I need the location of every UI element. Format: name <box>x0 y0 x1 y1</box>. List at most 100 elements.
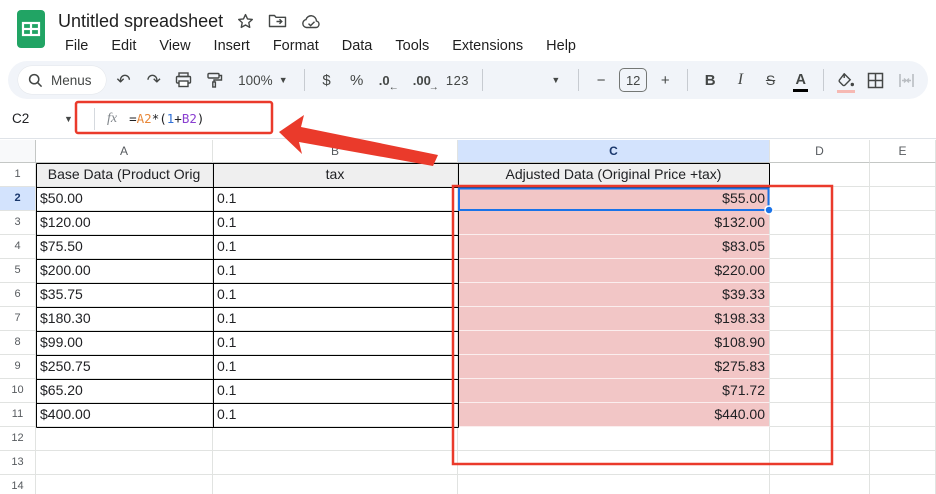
cell-E13[interactable] <box>870 451 936 475</box>
cell-D2[interactable] <box>770 187 870 211</box>
cell-B3[interactable]: 0.1 <box>213 211 458 235</box>
cell-B7[interactable]: 0.1 <box>213 307 458 331</box>
star-icon[interactable] <box>237 13 254 30</box>
cell-C10[interactable]: $71.72 <box>458 379 770 403</box>
cell-E3[interactable] <box>870 211 936 235</box>
row-header-9[interactable]: 9 <box>0 355 36 379</box>
format-percent-button[interactable]: % <box>345 66 369 94</box>
cell-D12[interactable] <box>770 427 870 451</box>
cell-E12[interactable] <box>870 427 936 451</box>
borders-button[interactable] <box>864 66 888 94</box>
cell-C3[interactable]: $132.00 <box>458 211 770 235</box>
cell-C13[interactable] <box>458 451 770 475</box>
row-header-7[interactable]: 7 <box>0 307 36 331</box>
cloud-saved-icon[interactable] <box>301 14 322 29</box>
cell-A7[interactable]: $180.30 <box>36 307 213 331</box>
cell-D5[interactable] <box>770 259 870 283</box>
cell-A2[interactable]: $50.00 <box>36 187 213 211</box>
cell-E1[interactable] <box>870 163 936 187</box>
cell-B10[interactable]: 0.1 <box>213 379 458 403</box>
menu-item-insert[interactable]: Insert <box>207 36 257 56</box>
cell-E14[interactable] <box>870 475 936 494</box>
font-size-input[interactable]: 12 <box>619 68 647 92</box>
select-all-corner[interactable] <box>0 140 36 163</box>
cell-B12[interactable] <box>213 427 458 451</box>
cell-B5[interactable]: 0.1 <box>213 259 458 283</box>
row-header-3[interactable]: 3 <box>0 211 36 235</box>
text-color-button[interactable]: A <box>789 66 813 94</box>
cell-D9[interactable] <box>770 355 870 379</box>
menu-item-file[interactable]: File <box>58 36 95 56</box>
cell-D4[interactable] <box>770 235 870 259</box>
row-header-5[interactable]: 5 <box>0 259 36 283</box>
cell-C11[interactable]: $440.00 <box>458 403 770 427</box>
row-header-4[interactable]: 4 <box>0 235 36 259</box>
name-box-chevron-down-icon[interactable]: ▼ <box>64 114 86 124</box>
row-header-6[interactable]: 6 <box>0 283 36 307</box>
cell-B4[interactable]: 0.1 <box>213 235 458 259</box>
menu-item-help[interactable]: Help <box>539 36 583 56</box>
cell-A12[interactable] <box>36 427 213 451</box>
cell-E8[interactable] <box>870 331 936 355</box>
row-header-14[interactable]: 14 <box>0 475 36 494</box>
cell-D8[interactable] <box>770 331 870 355</box>
cell-A8[interactable]: $99.00 <box>36 331 213 355</box>
column-header-E[interactable]: E <box>870 140 936 163</box>
cell-A10[interactable]: $65.20 <box>36 379 213 403</box>
cell-A14[interactable] <box>36 475 213 494</box>
cell-C2[interactable]: $55.00 <box>458 187 770 211</box>
column-header-A[interactable]: A <box>36 140 213 163</box>
cell-A5[interactable]: $200.00 <box>36 259 213 283</box>
cell-E9[interactable] <box>870 355 936 379</box>
cell-C4[interactable]: $83.05 <box>458 235 770 259</box>
column-header-D[interactable]: D <box>770 140 870 163</box>
bold-button[interactable]: B <box>698 66 722 94</box>
format-currency-button[interactable]: $ <box>314 66 338 94</box>
cell-E6[interactable] <box>870 283 936 307</box>
formula-input[interactable]: =A2*(1+B2) <box>129 111 204 126</box>
increase-decimals-button[interactable]: .00→ <box>409 66 437 94</box>
cell-E11[interactable] <box>870 403 936 427</box>
cell-A9[interactable]: $250.75 <box>36 355 213 379</box>
cell-C5[interactable]: $220.00 <box>458 259 770 283</box>
cell-A1[interactable]: Base Data (Product Orig <box>36 163 213 187</box>
document-title[interactable]: Untitled spreadsheet <box>58 11 223 32</box>
row-header-13[interactable]: 13 <box>0 451 36 475</box>
cell-D3[interactable] <box>770 211 870 235</box>
cell-E2[interactable] <box>870 187 936 211</box>
cell-B9[interactable]: 0.1 <box>213 355 458 379</box>
cell-C6[interactable]: $39.33 <box>458 283 770 307</box>
column-header-B[interactable]: B <box>213 140 458 163</box>
cell-B11[interactable]: 0.1 <box>213 403 458 427</box>
cell-B1[interactable]: tax <box>213 163 458 187</box>
print-button[interactable] <box>172 66 196 94</box>
cell-D11[interactable] <box>770 403 870 427</box>
cell-A13[interactable] <box>36 451 213 475</box>
row-header-10[interactable]: 10 <box>0 379 36 403</box>
merge-cells-button[interactable] <box>894 66 918 94</box>
cell-C14[interactable] <box>458 475 770 494</box>
cell-B8[interactable]: 0.1 <box>213 331 458 355</box>
cell-A11[interactable]: $400.00 <box>36 403 213 427</box>
move-to-folder-icon[interactable] <box>268 13 287 29</box>
cell-C1[interactable]: Adjusted Data (Original Price +tax) <box>458 163 770 187</box>
row-header-2[interactable]: 2 <box>0 187 36 211</box>
cell-E5[interactable] <box>870 259 936 283</box>
font-family-selector[interactable]: ▼ <box>493 75 568 85</box>
decrease-font-size-button[interactable]: − <box>589 66 613 94</box>
menu-item-tools[interactable]: Tools <box>388 36 436 56</box>
menu-item-format[interactable]: Format <box>266 36 326 56</box>
cell-D14[interactable] <box>770 475 870 494</box>
cell-D13[interactable] <box>770 451 870 475</box>
cell-D1[interactable] <box>770 163 870 187</box>
row-header-1[interactable]: 1 <box>0 163 36 187</box>
cell-C12[interactable] <box>458 427 770 451</box>
cell-B13[interactable] <box>213 451 458 475</box>
name-box[interactable]: C2 <box>0 111 64 126</box>
cell-B2[interactable]: 0.1 <box>213 187 458 211</box>
menus-search[interactable]: Menus <box>18 66 106 94</box>
zoom-selector[interactable]: 100% ▼ <box>232 73 293 88</box>
menu-item-extensions[interactable]: Extensions <box>445 36 530 56</box>
redo-button[interactable]: ↷ <box>142 66 166 94</box>
cell-A4[interactable]: $75.50 <box>36 235 213 259</box>
